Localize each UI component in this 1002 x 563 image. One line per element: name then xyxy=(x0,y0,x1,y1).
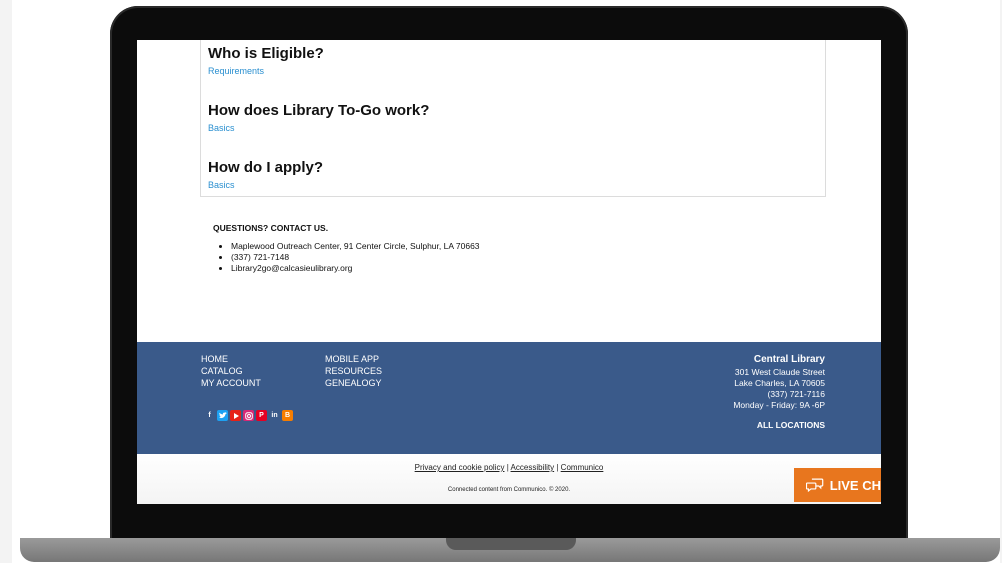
pinterest-icon[interactable]: P xyxy=(256,410,267,421)
footer-link-mobile-app[interactable]: MOBILE APP xyxy=(325,353,382,365)
footer-link-home[interactable]: HOME xyxy=(201,353,261,365)
twitter-icon[interactable] xyxy=(217,410,228,421)
youtube-icon[interactable] xyxy=(230,410,241,421)
instagram-icon[interactable] xyxy=(243,410,254,421)
faq-link-basics[interactable]: Basics xyxy=(208,122,429,134)
site-footer: HOME CATALOG MY ACCOUNT MOBILE APP RESOU… xyxy=(137,342,881,454)
separator: | xyxy=(506,463,509,472)
contact-address: Maplewood Outreach Center, 91 Center Cir… xyxy=(231,241,480,252)
laptop-screen: Who is Eligible? Requirements How does L… xyxy=(137,40,881,504)
faq-panel: Who is Eligible? Requirements How does L… xyxy=(200,40,826,197)
faq-title: Who is Eligible? xyxy=(208,45,324,62)
central-library-address-2: Lake Charles, LA 70605 xyxy=(734,378,825,388)
faq-link-requirements[interactable]: Requirements xyxy=(208,65,324,77)
separator: | xyxy=(556,463,559,472)
central-library-hours: Monday - Friday: 9A -6P xyxy=(733,400,825,410)
central-library-address-1: 301 West Claude Street xyxy=(734,367,825,377)
contact-list: Maplewood Outreach Center, 91 Center Cir… xyxy=(213,241,480,274)
contact-phone: (337) 721-7148 xyxy=(231,252,480,263)
privacy-policy-link[interactable]: Privacy and cookie policy xyxy=(415,463,505,472)
contact-section: QUESTIONS? CONTACT US. Maplewood Outreac… xyxy=(213,223,480,274)
footer-link-genealogy[interactable]: GENEALOGY xyxy=(325,377,382,389)
faq-title: How do I apply? xyxy=(208,159,323,176)
footer-nav-col-1: HOME CATALOG MY ACCOUNT xyxy=(201,353,261,389)
central-library-title: Central Library xyxy=(753,354,825,365)
chat-bubble-icon xyxy=(806,478,824,492)
stage: Who is Eligible? Requirements How does L… xyxy=(0,0,1002,563)
live-chat-label: LIVE CH xyxy=(829,477,881,493)
faq-link-basics[interactable]: Basics xyxy=(208,179,323,191)
central-library-info: Central Library 301 West Claude Street L… xyxy=(733,353,825,431)
facebook-icon[interactable]: f xyxy=(204,410,215,421)
communico-link[interactable]: Communico xyxy=(561,463,604,472)
faq-item-how-works: How does Library To-Go work? Basics xyxy=(208,102,429,134)
faq-item-eligible: Who is Eligible? Requirements xyxy=(208,45,324,77)
legal-bar: Privacy and cookie policy | Accessibilit… xyxy=(137,454,881,504)
faq-title: How does Library To-Go work? xyxy=(208,102,430,119)
live-chat-button[interactable]: LIVE CH xyxy=(794,468,881,502)
accessibility-link[interactable]: Accessibility xyxy=(511,463,555,472)
contact-heading: QUESTIONS? CONTACT US. xyxy=(213,223,329,233)
all-locations-link[interactable]: ALL LOCATIONS xyxy=(733,420,825,431)
footer-link-catalog[interactable]: CATALOG xyxy=(201,365,261,377)
footer-nav-col-2: MOBILE APP RESOURCES GENEALOGY xyxy=(325,353,382,389)
social-links: f P in B xyxy=(204,410,293,421)
footer-link-resources[interactable]: RESOURCES xyxy=(325,365,382,377)
central-library-phone: (337) 721-7116 xyxy=(767,389,826,399)
blogger-icon[interactable]: B xyxy=(282,410,293,421)
linkedin-icon[interactable]: in xyxy=(269,410,280,421)
footer-link-my-account[interactable]: MY ACCOUNT xyxy=(201,377,261,389)
legal-links: Privacy and cookie policy | Accessibilit… xyxy=(137,463,881,472)
copyright-text: Connected content from Communico. © 2020… xyxy=(447,487,571,493)
contact-email[interactable]: Library2go@calcasieulibrary.org xyxy=(231,263,480,274)
laptop-notch xyxy=(446,538,576,550)
faq-item-apply: How do I apply? Basics xyxy=(208,159,323,191)
